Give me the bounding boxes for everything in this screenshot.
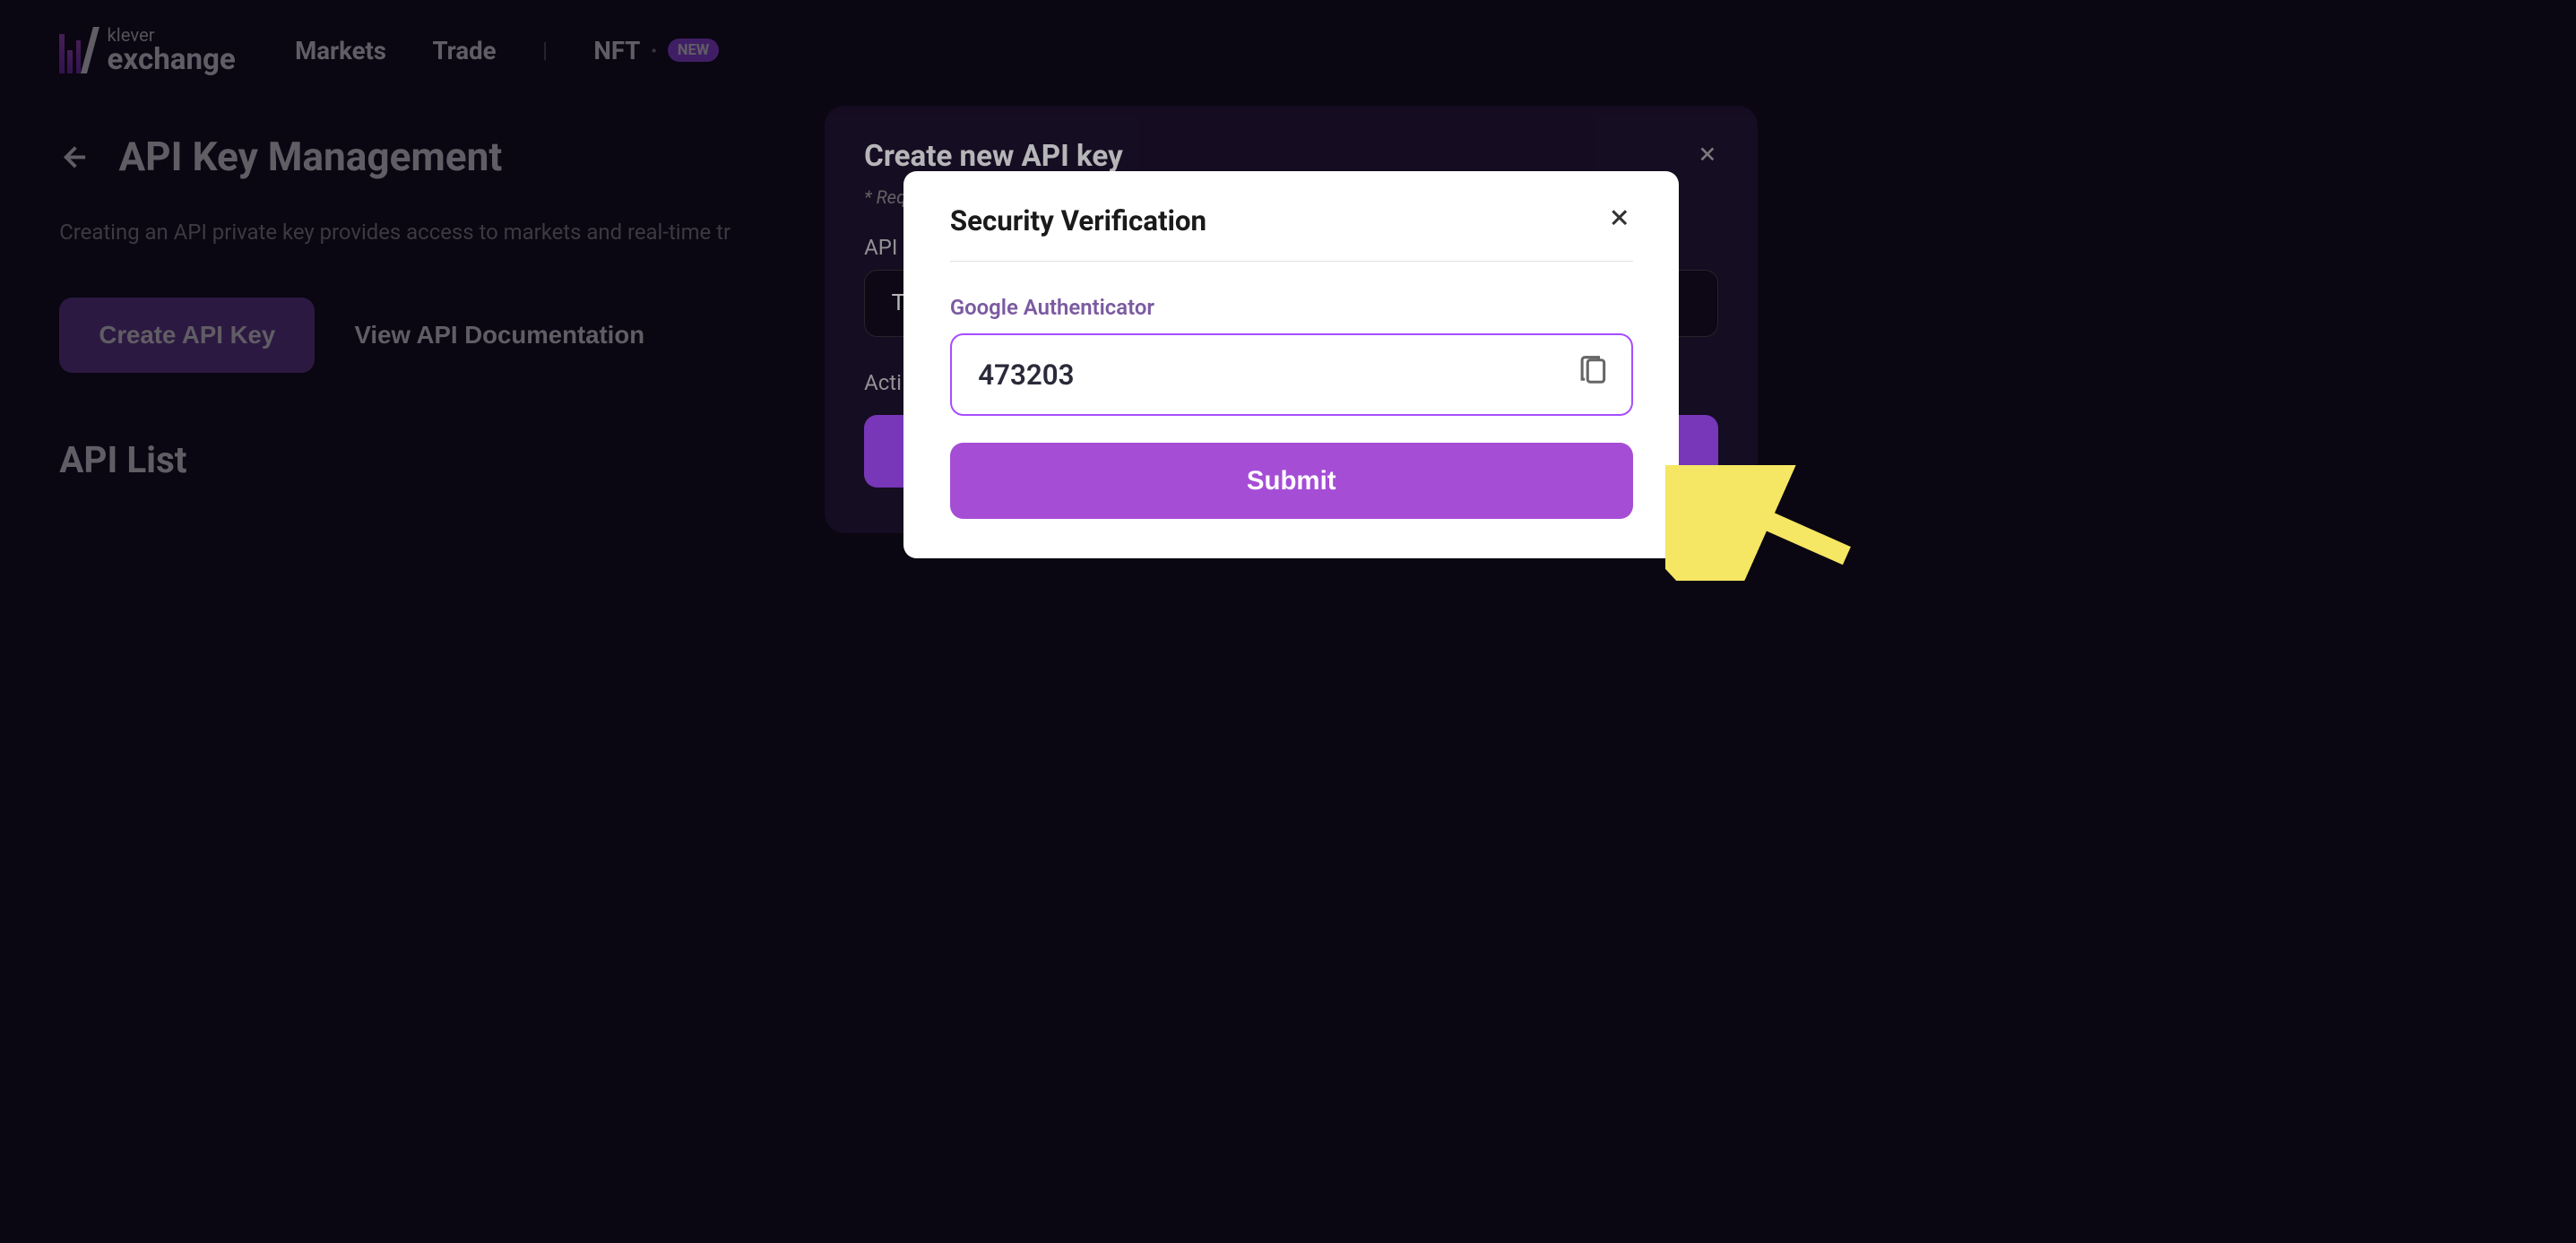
modal-white-title: Security Verification: [950, 204, 1206, 237]
submit-button[interactable]: Submit: [950, 443, 1633, 520]
logo[interactable]: klever exchange: [59, 26, 236, 73]
app-header: klever exchange Markets Trade | NFT · NE…: [0, 0, 2576, 100]
modal-white-header: Security Verification: [950, 204, 1633, 262]
back-arrow-icon[interactable]: [59, 141, 92, 174]
ga-input-wrapper: [950, 333, 1633, 417]
view-docs-button[interactable]: View API Documentation: [355, 321, 645, 350]
nav-nft[interactable]: NFT · NEW: [593, 36, 719, 65]
logo-icon: [59, 27, 94, 73]
ga-label: Google Authenticator: [950, 295, 1633, 320]
modal-dark-header: Create new API key: [864, 139, 1718, 174]
header-left: klever exchange Markets Trade | NFT · NE…: [59, 26, 719, 73]
nav: Markets Trade | NFT · NEW: [295, 36, 719, 65]
nav-markets-label: Markets: [295, 36, 386, 65]
nav-trade[interactable]: Trade: [433, 36, 497, 65]
nav-markets[interactable]: Markets: [295, 36, 386, 65]
create-api-key-button[interactable]: Create API Key: [59, 298, 315, 373]
security-verification-modal: Security Verification Google Authenticat…: [903, 171, 1679, 558]
close-icon[interactable]: [1696, 139, 1719, 174]
close-icon[interactable]: [1606, 204, 1632, 237]
modal-dark-title: Create new API key: [864, 139, 1123, 174]
nav-nft-dot: ·: [650, 36, 657, 65]
logo-line2: exchange: [108, 45, 236, 74]
ga-code-input[interactable]: [950, 333, 1633, 417]
nav-divider: |: [542, 38, 548, 63]
page-title: API Key Management: [118, 134, 502, 180]
new-badge: NEW: [668, 39, 720, 62]
clipboard-icon[interactable]: [1577, 355, 1610, 395]
nav-nft-label: NFT: [593, 36, 640, 65]
nav-trade-label: Trade: [433, 36, 497, 65]
logo-text: klever exchange: [108, 26, 236, 73]
